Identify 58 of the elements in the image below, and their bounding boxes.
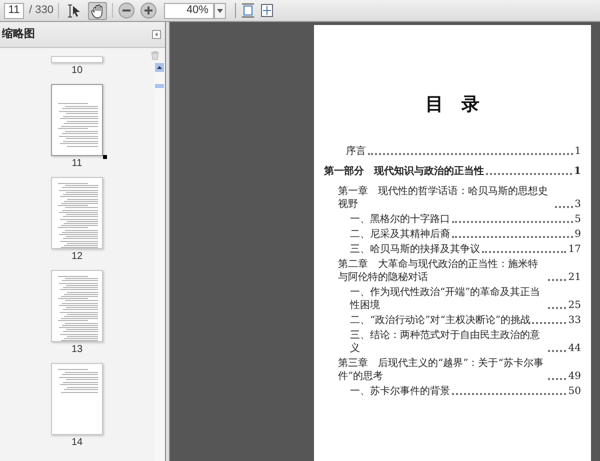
- page-number-label: 13: [71, 343, 83, 357]
- toc-page-number: 3: [574, 198, 581, 211]
- scrollbar[interactable]: [154, 62, 165, 461]
- toc-entry-title: 三、结论：两种范式对于自由民主政治的意义: [350, 329, 541, 355]
- toc-page-number: 17: [568, 243, 581, 256]
- toc-entry-title: 三、哈贝马斯的抉择及其争议: [350, 243, 480, 256]
- zoom-in-icon[interactable]: [140, 2, 158, 19]
- toc-page-number: 44: [568, 342, 581, 355]
- zoom-dropdown-button[interactable]: [214, 2, 226, 18]
- page-number-label: 14: [71, 436, 83, 450]
- tool-button[interactable]: [88, 2, 108, 20]
- panel-title: 缩略图: [0, 26, 35, 42]
- resize-handle-icon[interactable]: [103, 155, 107, 159]
- zoom-field[interactable]: 40%: [164, 2, 214, 18]
- fit-height-icon[interactable]: [241, 3, 256, 18]
- toc-page-number: 1: [574, 165, 581, 178]
- toc-page-number: 9: [574, 228, 581, 241]
- toc-entry-title: 第二章 大革命与现代政治的正当性：施米特与阿伦特的隐秘对话: [338, 258, 539, 284]
- document-title: 目 录: [424, 93, 480, 117]
- page-number-label: 10: [71, 64, 83, 78]
- leader-line: [548, 350, 566, 352]
- toc-entry-title: 二、尼采及其精神后裔: [350, 228, 450, 241]
- leader-line: [554, 206, 573, 208]
- toc-entry-title: 一、作为现代性政治“开端”的革命及其正当性困境: [350, 286, 542, 312]
- page-thumbnail[interactable]: [51, 56, 103, 63]
- toc-page-number: 33: [568, 314, 581, 327]
- toc-entry-title: 序言: [346, 145, 366, 158]
- toc-page-number: 50: [568, 385, 581, 398]
- toc-entry-title: 一、苏卡尔事件的背景: [350, 385, 450, 398]
- page-thumbnail[interactable]: [51, 177, 103, 249]
- toc-page-number: 5: [574, 213, 581, 226]
- toc-entry-title: 二、“政治行动论”对“主权决断论”的挑战: [350, 314, 530, 327]
- fit-page-icon[interactable]: [260, 3, 274, 18]
- toc-page-number: 21: [568, 271, 581, 284]
- toc-entry-title: 第三章 后现代主义的“越界”：关于“苏卡尔事件”的思考: [338, 357, 544, 383]
- toc-page-number: 49: [568, 370, 581, 383]
- page-thumbnail[interactable]: [51, 270, 103, 342]
- toc-entry-title: 第一部分 现代知识与政治的正当性: [324, 165, 484, 178]
- collapse-icon[interactable]: [152, 30, 161, 39]
- scroll-thumb[interactable]: [155, 84, 164, 88]
- page-number-field[interactable]: 11: [4, 2, 24, 18]
- page-thumbnail[interactable]: [51, 84, 103, 156]
- scroll-up-icon[interactable]: [155, 63, 164, 72]
- leader-line: [548, 279, 566, 281]
- page-number-label: 11: [72, 157, 82, 171]
- zoom-out-icon[interactable]: [118, 2, 136, 19]
- toc-page-number: 25: [568, 299, 581, 312]
- caret-icon: [217, 8, 224, 12]
- toc-entry-title: 一、黑格尔的十字路口: [350, 213, 450, 226]
- page-count-label: / 330: [29, 3, 54, 18]
- toc-entry-title: 第一章 现代性的哲学话语：哈贝马斯的思想史视野: [338, 185, 549, 211]
- page-number-label: 12: [71, 250, 83, 264]
- leader-line: [548, 307, 566, 309]
- toc-page-number: 1: [574, 145, 581, 158]
- leader-line: [548, 378, 566, 380]
- page-thumbnail[interactable]: [51, 363, 103, 435]
- text-cursor-arrow-icon: [66, 2, 82, 18]
- leader-line: [532, 322, 566, 324]
